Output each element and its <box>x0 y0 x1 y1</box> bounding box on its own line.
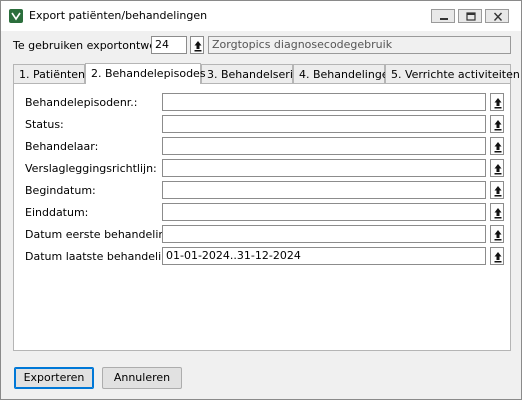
maximize-button[interactable] <box>458 9 482 23</box>
begindatum-lookup-button[interactable] <box>490 181 504 199</box>
tab-behandelingen[interactable]: 4. Behandelingen <box>293 64 396 83</box>
status-input[interactable] <box>162 115 486 133</box>
title-bar[interactable]: Export patiënten/behandelingen <box>1 1 521 31</box>
field-label-behandelepisodenr: Behandelepisodenr.: <box>25 96 138 109</box>
tab-panel-behandelepisodes: Behandelepisodenr.: Status: Behandelaar:… <box>13 83 511 351</box>
datum-eerste-behandeling-lookup-button[interactable] <box>490 225 504 243</box>
behandelepisodenr-lookup-button[interactable] <box>490 93 504 111</box>
close-button[interactable] <box>485 9 509 23</box>
minimize-button[interactable] <box>431 9 455 23</box>
behandelepisodenr-input[interactable] <box>162 93 486 111</box>
field-label-verslagleggingsrichtlijn: Verslagleggingsrichtlijn: <box>25 162 157 175</box>
tab-patienten[interactable]: 1. Patiënten <box>13 64 85 83</box>
field-label-status: Status: <box>25 118 64 131</box>
export-dialog: Export patiënten/behandelingen Te gebrui… <box>0 0 522 400</box>
tab-verrichte-activiteiten[interactable]: 5. Verrichte activiteiten <box>385 64 520 83</box>
field-label-begindatum: Begindatum: <box>25 184 96 197</box>
datum-laatste-behandeling-input[interactable]: 01-01-2024..31-12-2024 <box>162 247 486 265</box>
field-label-behandelaar: Behandelaar: <box>25 140 99 153</box>
behandelaar-lookup-button[interactable] <box>490 137 504 155</box>
window-title: Export patiënten/behandelingen <box>29 9 208 22</box>
tab-behandelepisodes[interactable]: 2. Behandelepisodes <box>85 63 206 84</box>
export-design-name-field: Zorgtopics diagnosecodegebruik <box>208 36 511 54</box>
behandelaar-input[interactable] <box>162 137 486 155</box>
cancel-button[interactable]: Annuleren <box>102 367 182 389</box>
datum-laatste-behandeling-lookup-button[interactable] <box>490 247 504 265</box>
begindatum-input[interactable] <box>162 181 486 199</box>
export-button[interactable]: Exporteren <box>14 367 94 389</box>
export-design-lookup-button[interactable] <box>190 36 204 54</box>
field-label-datum-laatste-behandeling: Datum laatste behandeling: <box>25 250 179 263</box>
einddatum-lookup-button[interactable] <box>490 203 504 221</box>
export-design-label: Te gebruiken exportontwerp: <box>13 39 172 52</box>
field-label-einddatum: Einddatum: <box>25 206 89 219</box>
export-design-code-input[interactable]: 24 <box>151 36 187 54</box>
field-label-datum-eerste-behandeling: Datum eerste behandeling: <box>25 228 177 241</box>
app-icon <box>9 9 23 23</box>
verslagleggingsrichtlijn-input[interactable] <box>162 159 486 177</box>
verslagleggingsrichtlijn-lookup-button[interactable] <box>490 159 504 177</box>
einddatum-input[interactable] <box>162 203 486 221</box>
tab-behandelseries[interactable]: 3. Behandelseries <box>201 64 305 83</box>
datum-eerste-behandeling-input[interactable] <box>162 225 486 243</box>
status-lookup-button[interactable] <box>490 115 504 133</box>
